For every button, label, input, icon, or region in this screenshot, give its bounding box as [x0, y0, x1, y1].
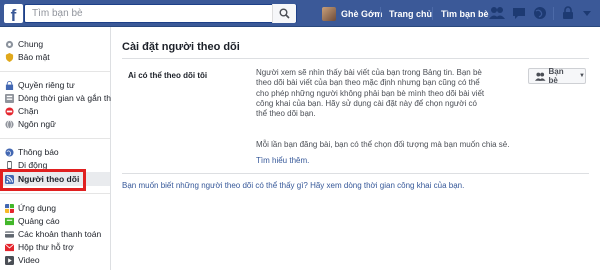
search-placeholder: Tìm bạn bè: [32, 8, 83, 19]
sidebar-item-label: Các khoản thanh toán: [18, 229, 102, 239]
sidebar-item-security[interactable]: Bảo mật: [0, 50, 110, 64]
page-title: Cài đặt người theo dõi: [122, 41, 240, 53]
find-friends-link[interactable]: Tìm bạn bè: [441, 0, 489, 27]
sidebar-item-blocking[interactable]: Chặn: [0, 104, 110, 118]
sidebar-item-general[interactable]: Chung: [0, 37, 110, 51]
friends-icon: [535, 72, 546, 81]
sidebar-item-support-inbox[interactable]: Hộp thư hỗ trợ: [0, 240, 110, 254]
sidebar-item-label: Thông báo: [18, 147, 59, 157]
audience-description: Mỗi lần bạn đăng bài, bạn có thể chọn đố…: [256, 140, 510, 149]
sidebar-item-label: Video: [18, 255, 40, 265]
sidebar-item-ads[interactable]: Quảng cáo: [0, 214, 110, 228]
chevron-down-icon: ▼: [579, 73, 585, 79]
sidebar-item-label: Hộp thư hỗ trợ: [18, 242, 74, 252]
messages-icon[interactable]: [512, 6, 526, 20]
sidebar-item-language[interactable]: Ngôn ngữ: [0, 117, 110, 131]
search-icon: [279, 8, 290, 19]
top-bar: f Tìm bạn bè Ghè Gớm Trang chủ Tìm bạn b…: [0, 0, 600, 27]
followers-settings-panel: Cài đặt người theo dõi Ai có thể theo dõ…: [111, 27, 600, 270]
friend-requests-icon[interactable]: [489, 6, 505, 20]
sidebar-item-label: Ứng dụng: [18, 203, 56, 213]
facebook-logo[interactable]: f: [4, 4, 23, 23]
sidebar-item-label: Quảng cáo: [18, 216, 60, 226]
sidebar-item-label: Chặn: [18, 106, 39, 116]
settings-sidebar: Chung Bảo mật Quyền riêng tư Dòng thời g…: [0, 27, 118, 270]
title-divider: [122, 58, 589, 59]
home-link[interactable]: Trang chủ: [389, 0, 432, 27]
sidebar-divider: [0, 193, 110, 194]
audience-dropdown[interactable]: Bạn bè ▼: [528, 67, 586, 85]
shield-icon: [5, 52, 14, 62]
apps-icon: [5, 203, 14, 213]
support-icon: [5, 243, 14, 251]
card-icon: [5, 230, 14, 238]
lock-shortcut-icon[interactable]: [562, 6, 574, 20]
followers-description: Người xem sẽ nhìn thấy bài viết của bạn …: [256, 68, 485, 119]
sidebar-item-video[interactable]: Video: [0, 253, 110, 267]
sidebar-item-label: Ngôn ngữ: [18, 119, 56, 129]
sidebar-item-apps[interactable]: Ứng dụng: [0, 201, 110, 215]
sidebar-item-privacy[interactable]: Quyền riêng tư: [0, 78, 110, 92]
nav-divider: [553, 7, 554, 20]
profile-link[interactable]: Ghè Gớm: [322, 0, 382, 27]
sidebar-item-payments[interactable]: Các khoản thanh toán: [0, 227, 110, 241]
lock-icon: [5, 80, 14, 90]
sidebar-item-label: Quyền riêng tư: [18, 80, 75, 90]
sidebar-divider: [0, 138, 110, 139]
dropdown-value: Bạn bè: [548, 67, 564, 85]
learn-more-link[interactable]: Tìm hiểu thêm.: [256, 156, 309, 165]
sidebar-item-label: Chung: [18, 39, 44, 49]
gear-icon: [5, 40, 14, 48]
sidebar-item-label: Bảo mật: [18, 52, 50, 62]
who-can-follow-label: Ai có thể theo dõi tôi: [128, 71, 208, 80]
nav-divider: [380, 7, 381, 20]
timeline-icon: [5, 93, 14, 103]
globe-icon: [5, 119, 14, 129]
section-divider: [122, 173, 589, 174]
sidebar-item-timeline[interactable]: Dòng thời gian và gắn th...: [0, 91, 118, 105]
search-button[interactable]: [272, 4, 296, 23]
account-menu-icon[interactable]: [582, 6, 592, 20]
video-icon: [5, 255, 14, 265]
public-timeline-link[interactable]: Bạn muốn biết những người theo dõi có th…: [122, 181, 464, 190]
globe-notifications-icon[interactable]: [533, 6, 547, 20]
nav-divider: [432, 7, 433, 20]
sidebar-item-label: Dòng thời gian và gắn th...: [18, 93, 119, 103]
globe-notify-icon: [5, 147, 14, 157]
sidebar-divider: [0, 71, 110, 72]
sidebar-item-notifications[interactable]: Thông báo: [0, 145, 110, 159]
block-icon: [5, 106, 14, 116]
user-name: Ghè Gớm: [341, 8, 383, 19]
ads-icon: [5, 217, 14, 225]
highlight-box: [0, 169, 86, 191]
avatar: [322, 6, 336, 21]
search-input[interactable]: Tìm bạn bè: [24, 4, 297, 23]
